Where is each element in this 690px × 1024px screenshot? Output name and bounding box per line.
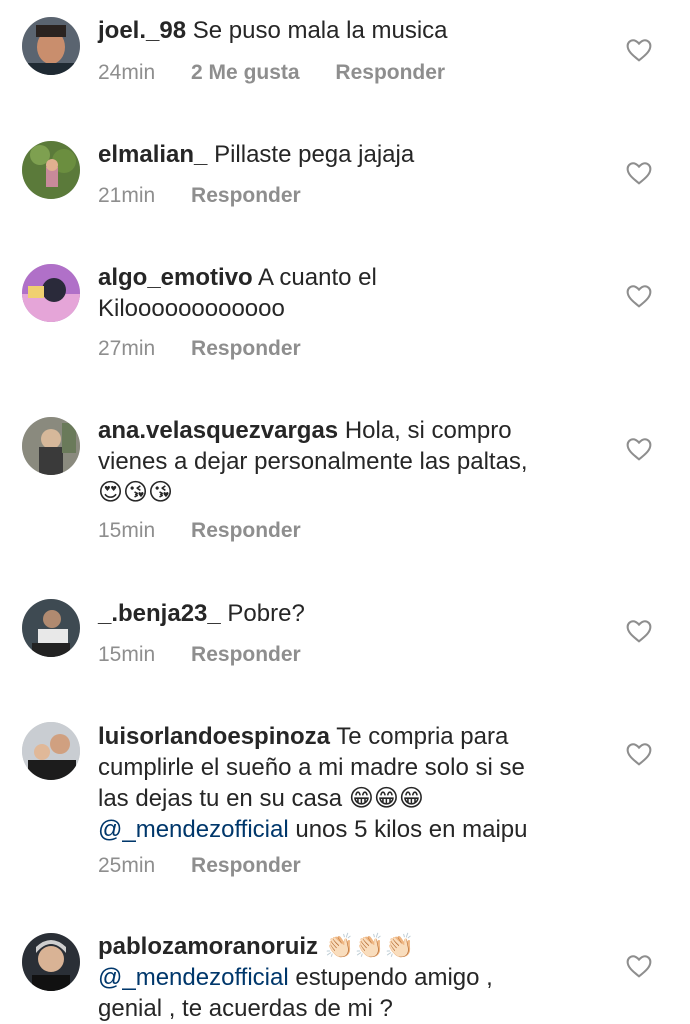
comment-text: ana.velasquezvargas Hola, si compro vien… (98, 415, 618, 508)
reply-button[interactable]: Responder (191, 643, 301, 666)
comment-meta: 24min 2 Me gusta Responder (98, 61, 445, 85)
mention-link[interactable]: @_mendezofficial (98, 816, 289, 843)
reply-button[interactable]: Responder (335, 61, 445, 84)
like-heart-icon[interactable] (626, 161, 652, 185)
comment-username[interactable]: joel._98 (98, 17, 186, 44)
comment-likes-count[interactable]: 2 Me gusta (191, 61, 300, 84)
reply-button[interactable]: Responder (191, 854, 301, 877)
comment-time: 21min (98, 184, 156, 207)
like-heart-icon[interactable] (626, 38, 652, 62)
comment-text: algo_emotivo A cuanto el Kiloooooooooooo (98, 262, 618, 324)
comment-meta: 25min Responder (98, 854, 301, 878)
comment-body-line: cumplirle el sueño a mi madre solo si se (98, 754, 525, 781)
reply-button[interactable]: Responder (191, 184, 301, 207)
avatar[interactable] (22, 722, 80, 780)
comment-username[interactable]: elmalian_ (98, 141, 207, 168)
comment-username[interactable]: _.benja23_ (98, 600, 221, 627)
comment-time: 15min (98, 643, 156, 666)
comment-body: estupendo amigo , (295, 964, 493, 991)
comment-time: 24min (98, 61, 156, 84)
reply-button[interactable]: Responder (191, 519, 301, 542)
comment-body: Pobre? (227, 600, 305, 627)
like-heart-icon[interactable] (626, 954, 652, 978)
avatar[interactable] (22, 264, 80, 322)
like-heart-icon[interactable] (626, 742, 652, 766)
comment-username[interactable]: luisorlandoespinoza (98, 723, 330, 750)
comment-username[interactable]: pablozamoranoruiz (98, 933, 318, 960)
comment-text: luisorlandoespinoza Te compria para cump… (98, 721, 618, 845)
like-heart-icon[interactable] (626, 284, 652, 308)
reply-button[interactable]: Responder (191, 337, 301, 360)
comment-text: pablozamoranoruiz 👏🏻👏🏻👏🏻 @_mendezofficia… (98, 931, 618, 1024)
comment-emojis: 😍😘😘 (98, 479, 174, 506)
comment-body: Hola, si compro (344, 417, 512, 444)
comment-body-line: vienes a dejar personalmente las paltas, (98, 448, 528, 475)
avatar[interactable] (22, 417, 80, 475)
comment-emojis: 👏🏻👏🏻👏🏻 (324, 933, 415, 960)
mention-link[interactable]: @_mendezofficial (98, 964, 289, 991)
comment-body: Te compria para (336, 723, 509, 750)
avatar[interactable] (22, 933, 80, 991)
comment-meta: 15min Responder (98, 643, 301, 667)
comment-emojis: 😁😁😁 (348, 785, 424, 812)
comment-body-line: genial , te acuerdas de mi ? (98, 995, 393, 1022)
comment-body-line: las dejas tu en su casa (98, 785, 343, 812)
comment-body: Pillaste pega jajaja (214, 141, 415, 168)
comment-meta: 21min Responder (98, 184, 301, 208)
avatar[interactable] (22, 141, 80, 199)
comment-username[interactable]: algo_emotivo (98, 264, 253, 291)
comment-meta: 15min Responder (98, 519, 301, 543)
comment-time: 15min (98, 519, 156, 542)
comment-body-line: unos 5 kilos en maipu (295, 816, 528, 843)
comment-body: Se puso mala la musica (192, 17, 448, 44)
comment-text: joel._98 Se puso mala la musica (98, 15, 618, 46)
comment-time: 27min (98, 337, 156, 360)
comment-time: 25min (98, 854, 156, 877)
comment-meta: 27min Responder (98, 337, 301, 361)
like-heart-icon[interactable] (626, 437, 652, 461)
comment-body-line: Kiloooooooooooo (98, 295, 285, 322)
avatar[interactable] (22, 17, 80, 75)
comment-text: _.benja23_ Pobre? (98, 598, 618, 629)
comment-username[interactable]: ana.velasquezvargas (98, 417, 338, 444)
comment-text: elmalian_ Pillaste pega jajaja (98, 139, 618, 170)
comment-body: A cuanto el (258, 264, 377, 291)
like-heart-icon[interactable] (626, 619, 652, 643)
avatar[interactable] (22, 599, 80, 657)
